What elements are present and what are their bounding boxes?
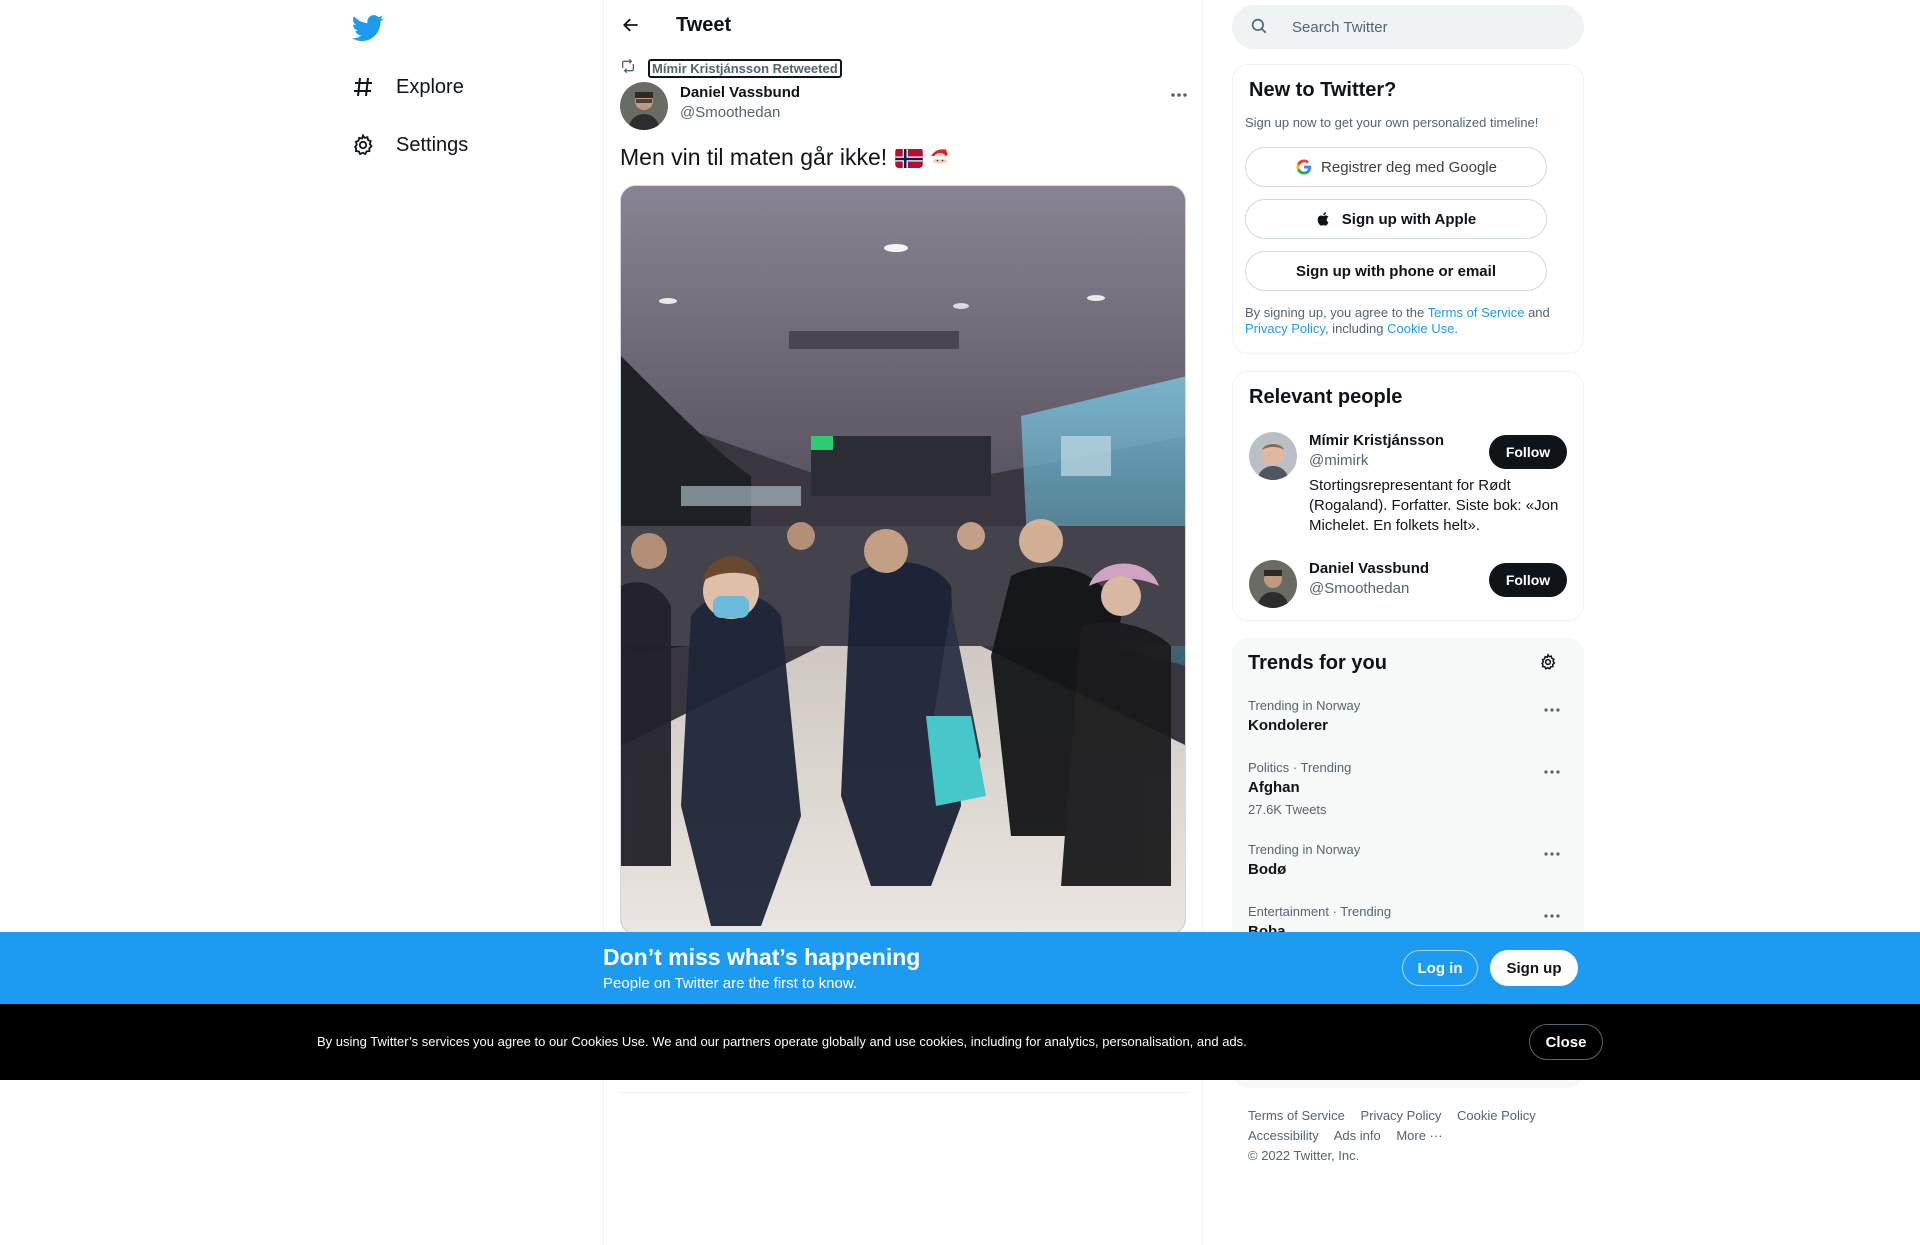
login-bar-title: Don’t miss what’s happening bbox=[603, 944, 921, 970]
author-avatar[interactable] bbox=[620, 82, 668, 130]
retweet-context: Mímir Kristjánsson Retweeted bbox=[620, 58, 842, 79]
arrow-left-icon bbox=[621, 15, 641, 40]
hashtag-icon bbox=[350, 74, 376, 100]
new-to-twitter-panel: New to Twitter? Sign up now to get your … bbox=[1232, 64, 1584, 354]
follow-button-mimir[interactable]: Follow bbox=[1489, 435, 1567, 469]
relevant-people-title: Relevant people bbox=[1249, 386, 1403, 408]
gear-icon bbox=[350, 132, 376, 158]
santa-icon bbox=[927, 145, 953, 171]
more-dots-icon bbox=[1170, 85, 1188, 103]
tweet-text-row: Men vin til maten går ikke! bbox=[620, 144, 953, 171]
page-title: Tweet bbox=[676, 14, 732, 36]
nav-settings-label: Settings bbox=[396, 133, 469, 156]
footer-link[interactable]: Privacy Policy bbox=[1360, 1108, 1441, 1123]
trend-name[interactable]: Bodø bbox=[1248, 861, 1286, 878]
google-signup-button[interactable]: Registrer deg med Google bbox=[1245, 147, 1547, 187]
new-to-twitter-subtitle: Sign up now to get your own personalized… bbox=[1245, 115, 1539, 130]
follow-button-daniel[interactable]: Follow bbox=[1489, 563, 1567, 597]
signup-button[interactable]: Sign up bbox=[1490, 950, 1578, 986]
author-name[interactable]: Daniel Vassbund bbox=[680, 84, 800, 101]
cookie-use-link[interactable]: Cookie Use. bbox=[1387, 321, 1458, 336]
trend-meta: Politics · Trending bbox=[1248, 760, 1352, 775]
trends-title: Trends for you bbox=[1248, 652, 1387, 674]
trend-meta: Trending in Norway bbox=[1248, 842, 1361, 857]
apple-signup-button[interactable]: Sign up with Apple bbox=[1245, 199, 1547, 239]
apple-signup-label: Sign up with Apple bbox=[1341, 210, 1477, 228]
trend-more-button[interactable] bbox=[1540, 904, 1564, 924]
author-handle[interactable]: @Smoothedan bbox=[680, 104, 780, 121]
terms-link[interactable]: Terms of Service bbox=[1428, 305, 1525, 320]
person-handle-daniel[interactable]: @Smoothedan bbox=[1309, 580, 1409, 597]
norway-flag-icon bbox=[895, 148, 923, 168]
footer-link[interactable]: Terms of Service bbox=[1248, 1108, 1345, 1123]
nav-settings[interactable]: Settings bbox=[350, 125, 468, 165]
phone-email-signup-button[interactable]: Sign up with phone or email bbox=[1245, 251, 1547, 291]
privacy-link[interactable]: Privacy Policy bbox=[1245, 321, 1325, 336]
search-input[interactable] bbox=[1292, 18, 1542, 36]
cookie-consent-bar: By using Twitter’s services you agree to… bbox=[0, 1004, 1920, 1080]
cookie-close-button[interactable]: Close bbox=[1529, 1024, 1603, 1060]
tweet-text: Men vin til maten går ikke! bbox=[620, 144, 888, 170]
login-bar-subtitle: People on Twitter are the first to know. bbox=[603, 975, 858, 992]
person-handle-mimir[interactable]: @mimirk bbox=[1309, 452, 1368, 469]
trend-tweet-count: 27.6K Tweets bbox=[1248, 802, 1327, 817]
footer-link[interactable]: More ··· bbox=[1396, 1128, 1442, 1143]
trend-more-button[interactable] bbox=[1540, 760, 1564, 780]
person-bio-mimir: Stortingsrepresentant for Rødt (Rogaland… bbox=[1309, 477, 1559, 534]
google-logo-icon bbox=[1295, 158, 1313, 176]
trend-more-button[interactable] bbox=[1540, 698, 1564, 718]
login-prompt-bar: Don’t miss what’s happening People on Tw… bbox=[0, 932, 1920, 1004]
gear-icon bbox=[1539, 652, 1557, 676]
back-button[interactable] bbox=[614, 10, 648, 44]
more-dots-icon bbox=[1544, 761, 1560, 779]
legal-prefix: By signing up, you agree to the bbox=[1245, 305, 1425, 320]
cookie-consent-text: By using Twitter’s services you agree to… bbox=[317, 1034, 1247, 1049]
nav-explore[interactable]: Explore bbox=[350, 67, 464, 107]
trend-name[interactable]: Kondolerer bbox=[1248, 717, 1328, 734]
retweet-icon bbox=[620, 58, 636, 79]
login-button[interactable]: Log in bbox=[1402, 950, 1478, 986]
more-dots-icon bbox=[1544, 905, 1560, 923]
search-bar[interactable] bbox=[1232, 5, 1584, 49]
footer-link[interactable]: Cookie Policy bbox=[1457, 1108, 1536, 1123]
phone-email-signup-label: Sign up with phone or email bbox=[1295, 262, 1496, 280]
divider bbox=[620, 1092, 1188, 1093]
person-avatar-mimir[interactable] bbox=[1249, 432, 1297, 480]
footer-link[interactable]: Accessibility bbox=[1248, 1128, 1319, 1143]
person-name-daniel[interactable]: Daniel Vassbund bbox=[1309, 560, 1429, 577]
apple-logo-icon bbox=[1316, 210, 1334, 228]
new-to-twitter-title: New to Twitter? bbox=[1249, 79, 1397, 101]
trends-settings-button[interactable] bbox=[1536, 652, 1560, 676]
relevant-people-panel: Relevant people Mímir Kristjánsson @mimi… bbox=[1232, 371, 1584, 621]
footer-links: Terms of Service Privacy Policy Cookie P… bbox=[1248, 1106, 1568, 1166]
legal-including: , including bbox=[1324, 321, 1384, 336]
more-dots-icon bbox=[1544, 699, 1560, 717]
copyright: © 2022 Twitter, Inc. bbox=[1248, 1148, 1360, 1163]
retweeted-by-link[interactable]: Mímir Kristjánsson Retweeted bbox=[648, 59, 842, 78]
tweet-photo[interactable] bbox=[620, 185, 1186, 935]
person-name-mimir[interactable]: Mímir Kristjánsson bbox=[1309, 432, 1444, 449]
twitter-bird-icon[interactable] bbox=[351, 12, 384, 44]
nav-explore-label: Explore bbox=[396, 75, 464, 98]
tweet-header: Tweet bbox=[604, 0, 1204, 53]
trend-meta: Trending in Norway bbox=[1248, 698, 1361, 713]
person-avatar-daniel[interactable] bbox=[1249, 560, 1297, 608]
google-signup-label: Registrer deg med Google bbox=[1321, 158, 1497, 176]
trend-more-button[interactable] bbox=[1540, 842, 1564, 862]
footer-link[interactable]: Ads info bbox=[1334, 1128, 1381, 1143]
trend-meta: Entertainment · Trending bbox=[1248, 904, 1392, 919]
tweet-more-button[interactable] bbox=[1164, 84, 1194, 104]
more-dots-icon bbox=[1544, 843, 1560, 861]
legal-and: and bbox=[1528, 305, 1550, 320]
trend-name[interactable]: Afghan bbox=[1248, 779, 1300, 796]
signup-legal-text: By signing up, you agree to the Terms of… bbox=[1245, 305, 1565, 337]
search-icon bbox=[1250, 17, 1270, 37]
